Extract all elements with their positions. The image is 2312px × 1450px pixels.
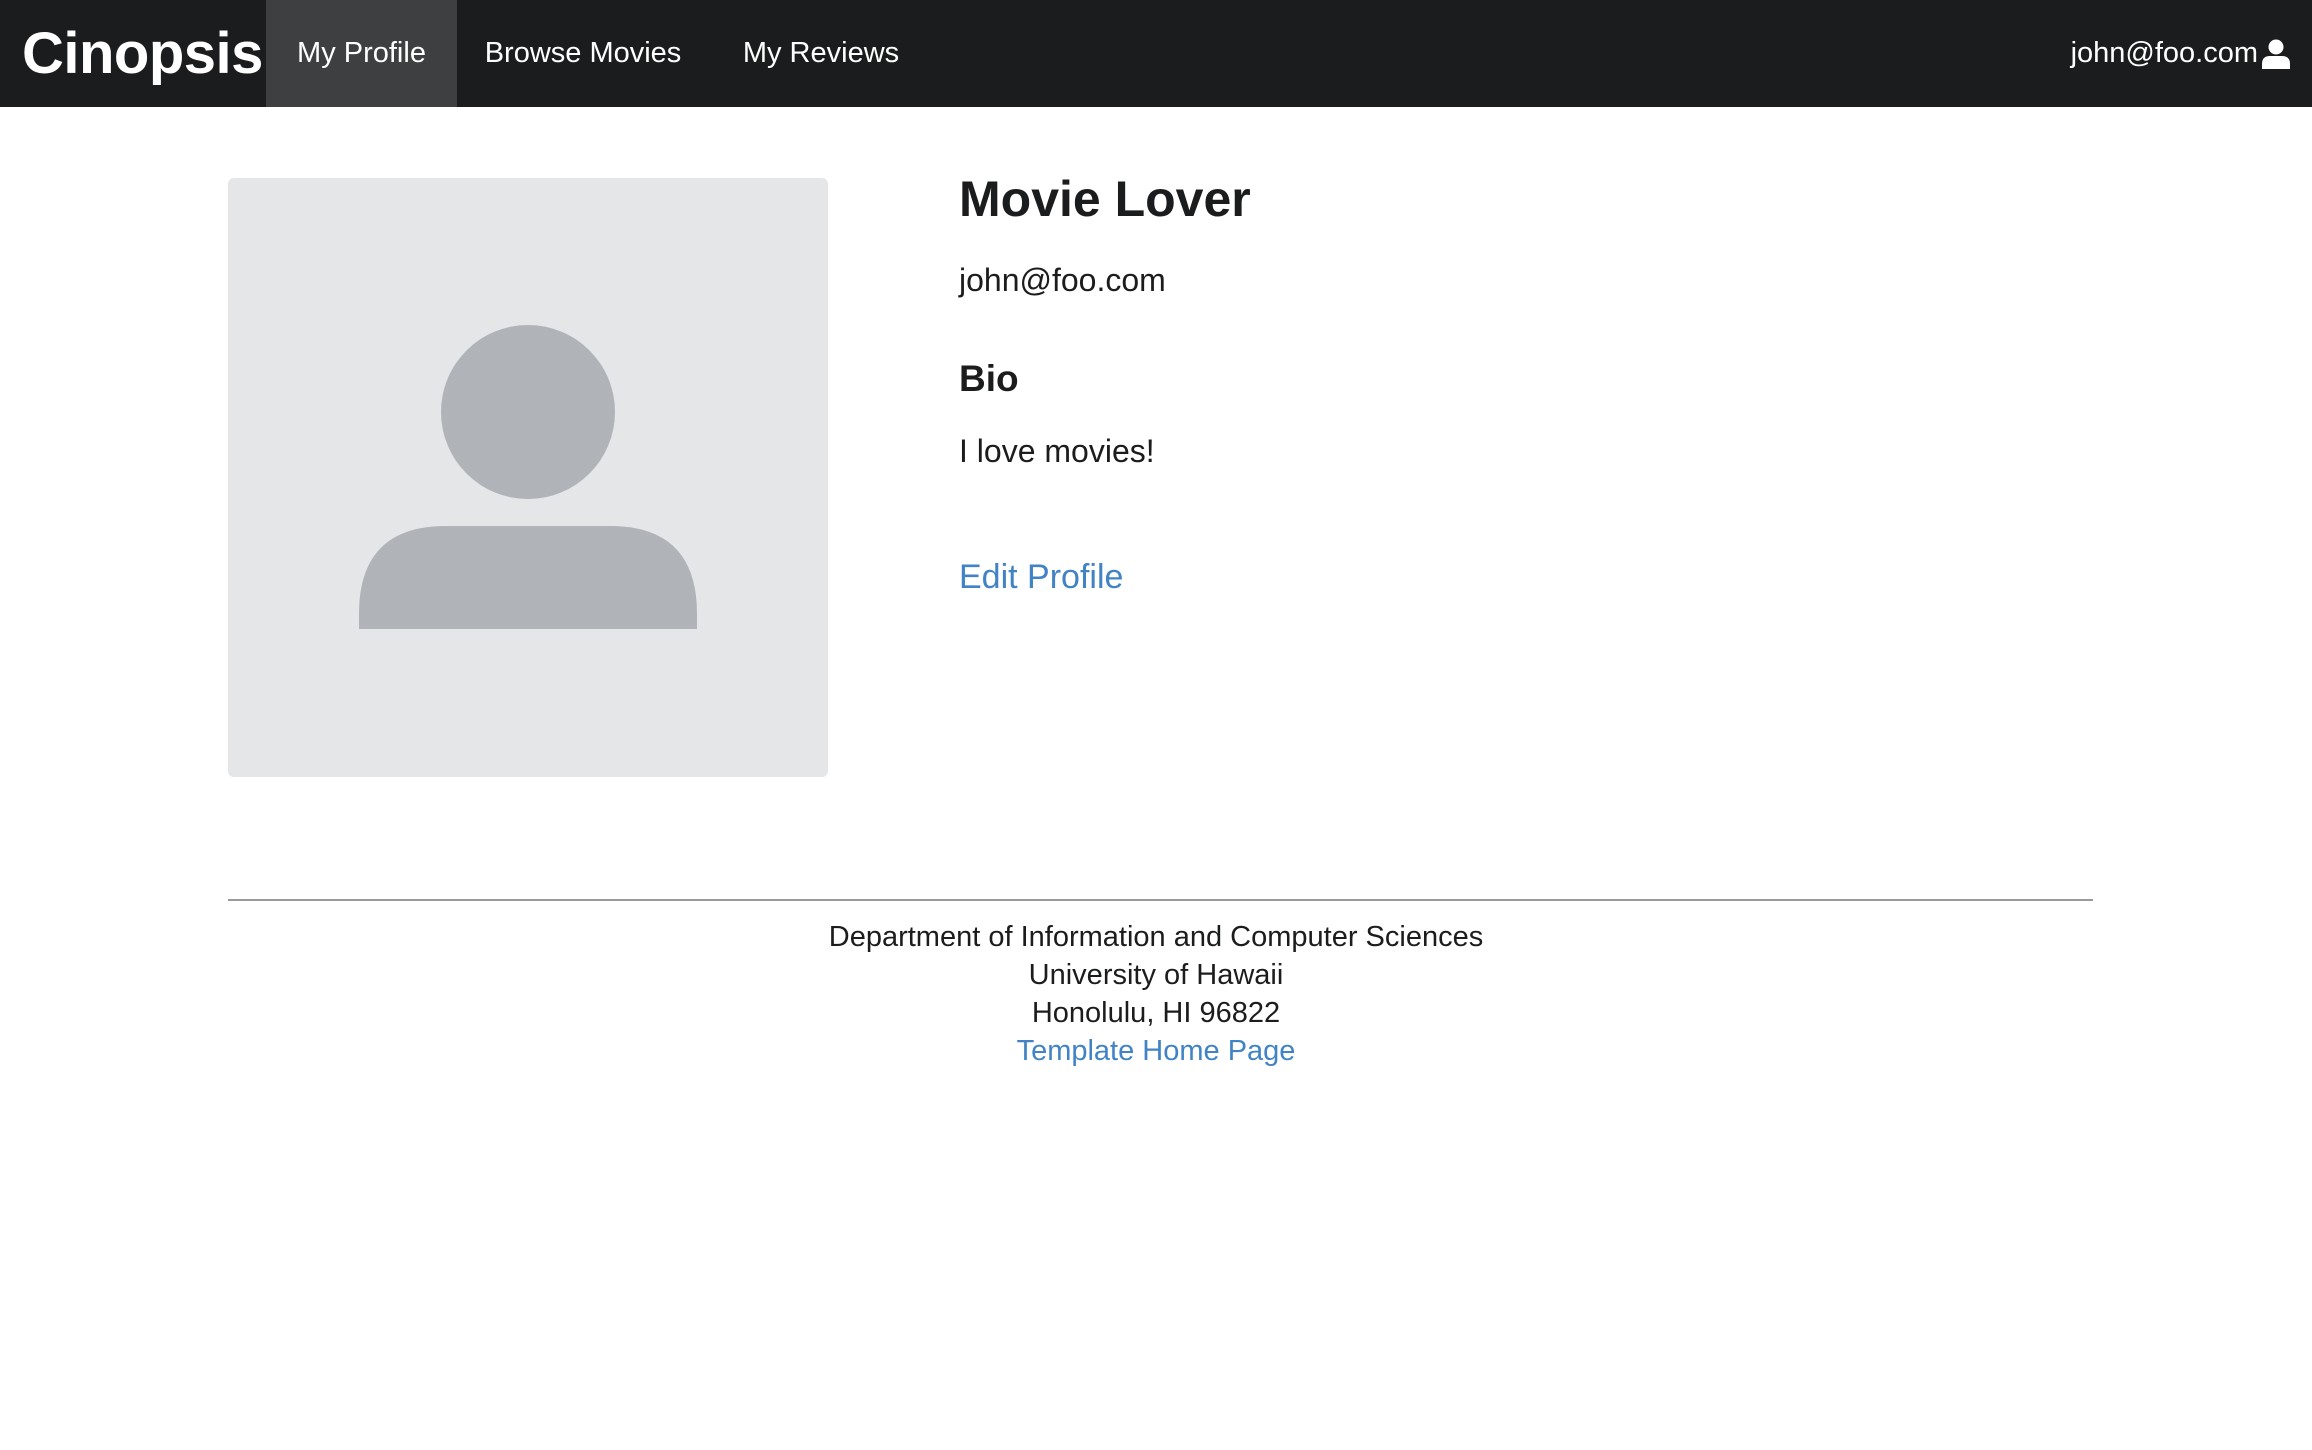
brand-logo[interactable]: Cinopsis bbox=[22, 0, 263, 107]
user-email: john@foo.com bbox=[2070, 37, 2258, 69]
user-menu[interactable]: john@foo.com bbox=[2071, 0, 2290, 107]
profile-name: Movie Lover bbox=[959, 171, 1251, 227]
nav-my-profile[interactable]: My Profile bbox=[266, 0, 457, 107]
template-home-link[interactable]: Template Home Page bbox=[1017, 1035, 1296, 1067]
user-icon bbox=[2262, 39, 2290, 69]
footer-divider bbox=[228, 899, 2093, 901]
top-navbar: Cinopsis My Profile Browse Movies My Rev… bbox=[0, 0, 2312, 107]
footer-university: University of Hawaii bbox=[1028, 959, 1284, 991]
nav-browse-movies[interactable]: Browse Movies bbox=[457, 0, 709, 107]
footer-department: Department of Information and Computer S… bbox=[828, 921, 1484, 953]
footer: Department of Information and Computer S… bbox=[0, 918, 2312, 1070]
avatar-placeholder-icon bbox=[359, 325, 697, 629]
profile-email: john@foo.com bbox=[959, 262, 1166, 298]
nav-my-reviews[interactable]: My Reviews bbox=[709, 0, 933, 107]
bio-heading: Bio bbox=[959, 358, 1019, 399]
edit-profile-link[interactable]: Edit Profile bbox=[959, 558, 1123, 597]
profile-avatar bbox=[228, 178, 828, 777]
footer-address: Honolulu, HI 96822 bbox=[1031, 997, 1281, 1029]
bio-text: I love movies! bbox=[959, 433, 1155, 469]
